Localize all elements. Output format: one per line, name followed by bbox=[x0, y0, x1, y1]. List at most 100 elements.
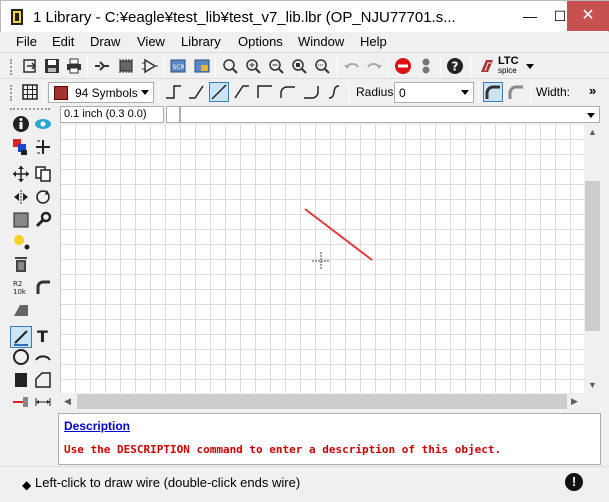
menu-view[interactable]: View bbox=[137, 34, 165, 49]
wire-bend-90-icon[interactable] bbox=[163, 82, 183, 102]
description-text: Use the DESCRIPTION command to enter a d… bbox=[64, 443, 502, 456]
show-icon[interactable] bbox=[33, 114, 53, 134]
menu-window[interactable]: Window bbox=[298, 34, 344, 49]
command-toolbar: R2 10k T bbox=[0, 104, 58, 464]
toolbar-grip bbox=[10, 108, 50, 110]
command-history-button[interactable] bbox=[166, 106, 180, 123]
zoom-fit-icon[interactable] bbox=[220, 56, 240, 76]
svg-text:SCR: SCR bbox=[173, 64, 185, 71]
group-icon[interactable] bbox=[11, 210, 31, 230]
redo-icon[interactable] bbox=[364, 56, 384, 76]
layer-select[interactable]: 94 Symbols bbox=[48, 82, 154, 103]
zoom-in-icon[interactable] bbox=[243, 56, 263, 76]
info-icon[interactable] bbox=[11, 114, 31, 134]
horizontal-scrollbar[interactable]: ◀ ▶ bbox=[60, 393, 584, 410]
ulp-icon[interactable] bbox=[192, 56, 212, 76]
radius-label: Radius: bbox=[356, 85, 397, 99]
menu-edit[interactable]: Edit bbox=[52, 34, 74, 49]
scroll-right-icon[interactable]: ▶ bbox=[571, 396, 578, 407]
toolbar-separator bbox=[163, 57, 164, 77]
window-title: 1 Library - C:¥eagle¥test_lib¥test_v7_li… bbox=[33, 9, 456, 26]
zoom-redraw-icon[interactable] bbox=[289, 56, 309, 76]
radius-select[interactable]: 0 bbox=[394, 82, 474, 103]
minimize-button[interactable]: — bbox=[515, 1, 545, 31]
menu-library[interactable]: Library bbox=[181, 34, 221, 49]
cap-flat-icon[interactable] bbox=[506, 82, 526, 102]
dimension-icon[interactable] bbox=[33, 392, 53, 412]
change-icon[interactable] bbox=[33, 210, 53, 230]
miter-icon[interactable] bbox=[33, 277, 53, 297]
canvas-overlay bbox=[304, 208, 373, 270]
toolbar-separator bbox=[158, 83, 159, 103]
scroll-left-icon[interactable]: ◀ bbox=[64, 396, 71, 407]
grid-icon[interactable] bbox=[20, 82, 40, 102]
open-icon[interactable] bbox=[20, 56, 40, 76]
vertical-scroll-thumb[interactable] bbox=[585, 181, 600, 331]
help-icon[interactable]: ? bbox=[445, 56, 465, 76]
pin-icon[interactable] bbox=[11, 392, 31, 412]
board-icon[interactable] bbox=[116, 56, 136, 76]
scroll-up-icon[interactable]: ▲ bbox=[588, 127, 597, 137]
rotate-icon[interactable] bbox=[33, 187, 53, 207]
wire-bend-arc-icon[interactable] bbox=[278, 82, 298, 102]
description-link[interactable]: Description bbox=[64, 419, 130, 433]
menu-bar: File Edit Draw View Library Options Wind… bbox=[0, 32, 609, 52]
menu-options[interactable]: Options bbox=[238, 34, 283, 49]
wire-bend-straight-icon[interactable] bbox=[209, 82, 229, 102]
svg-text:?: ? bbox=[452, 60, 459, 74]
svg-text:10k: 10k bbox=[13, 288, 27, 296]
go-icon[interactable] bbox=[416, 56, 436, 76]
circle-icon[interactable] bbox=[11, 347, 31, 367]
menu-file[interactable]: File bbox=[16, 34, 37, 49]
print-icon[interactable] bbox=[64, 56, 84, 76]
mark-icon[interactable] bbox=[33, 137, 53, 157]
cap-round-icon[interactable] bbox=[483, 82, 503, 102]
split-icon[interactable] bbox=[11, 300, 31, 320]
coordinate-display: 0.1 inch (0.3 0.0) bbox=[60, 106, 164, 123]
wire-icon bbox=[14, 330, 28, 346]
menu-draw[interactable]: Draw bbox=[90, 34, 120, 49]
wire-bend-free-icon[interactable] bbox=[324, 82, 344, 102]
schematic-icon[interactable] bbox=[140, 56, 160, 76]
toolbar-grip bbox=[10, 59, 13, 75]
toolbar-grip bbox=[10, 85, 13, 101]
wire-bend-arc-alt-icon[interactable] bbox=[301, 82, 321, 102]
zoom-out-icon[interactable] bbox=[266, 56, 286, 76]
vertical-scrollbar[interactable]: ▲ ▼ bbox=[584, 125, 601, 393]
wire-bend-90-alt-icon[interactable] bbox=[255, 82, 275, 102]
stop-icon[interactable] bbox=[393, 56, 413, 76]
stop-command-icon[interactable]: ! bbox=[565, 473, 583, 491]
chevron-down-icon bbox=[587, 113, 595, 118]
toolbar-separator bbox=[87, 57, 88, 77]
title-bar: 1 Library - C:¥eagle¥test_lib¥test_v7_li… bbox=[0, 0, 609, 32]
copy-icon[interactable] bbox=[33, 164, 53, 184]
menu-help[interactable]: Help bbox=[360, 34, 387, 49]
zoom-select-icon[interactable] bbox=[312, 56, 332, 76]
drawing-canvas[interactable] bbox=[60, 125, 584, 393]
wire-tool-button[interactable] bbox=[10, 326, 32, 348]
delete-icon[interactable] bbox=[11, 254, 31, 274]
polygon-icon[interactable] bbox=[33, 370, 53, 390]
script-icon[interactable]: SCR bbox=[168, 56, 188, 76]
undo-icon[interactable] bbox=[342, 56, 362, 76]
toolbar-overflow-button[interactable]: » bbox=[589, 83, 596, 98]
paste-icon[interactable] bbox=[11, 231, 31, 251]
ltspice-button[interactable]: LTC spice bbox=[478, 55, 538, 77]
move-icon[interactable] bbox=[11, 164, 31, 184]
status-message: Left-click to draw wire (double-click en… bbox=[35, 475, 301, 490]
text-icon[interactable]: T bbox=[33, 326, 53, 346]
name-value-icon[interactable]: R2 10k bbox=[11, 277, 31, 297]
scroll-down-icon[interactable]: ▼ bbox=[588, 380, 597, 390]
wire-bend-45-alt-icon[interactable] bbox=[232, 82, 252, 102]
mirror-icon[interactable] bbox=[11, 187, 31, 207]
wire-bend-45-icon[interactable] bbox=[186, 82, 206, 102]
rect-icon[interactable] bbox=[11, 370, 31, 390]
cam-icon[interactable] bbox=[92, 56, 112, 76]
command-input[interactable] bbox=[180, 106, 600, 123]
horizontal-scroll-thumb[interactable] bbox=[77, 394, 567, 409]
chevron-down-icon bbox=[526, 64, 534, 69]
save-icon[interactable] bbox=[42, 56, 62, 76]
arc-icon[interactable] bbox=[33, 347, 53, 367]
close-button[interactable]: ✕ bbox=[567, 1, 609, 31]
display-icon[interactable] bbox=[11, 137, 31, 157]
